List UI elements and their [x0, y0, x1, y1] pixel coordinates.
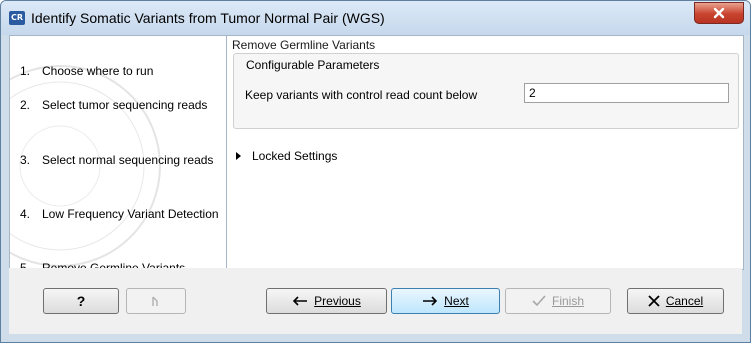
main-panel: Remove Germline Variants Keep variants w…	[227, 36, 743, 269]
help-button[interactable]: ?	[43, 288, 119, 314]
checkmark-icon	[532, 295, 546, 307]
step-label: Low Frequency Variant Detection	[42, 207, 219, 221]
param-label: Keep variants with control read count be…	[245, 88, 478, 102]
previous-button[interactable]: Previous	[266, 288, 387, 314]
next-label: Next	[444, 294, 469, 308]
close-icon	[713, 7, 725, 19]
section-title: Remove Germline Variants	[232, 38, 376, 52]
window-title: Identify Somatic Variants from Tumor Nor…	[31, 10, 385, 26]
finish-button[interactable]: Finish	[505, 288, 611, 314]
control-read-count-input[interactable]: 2	[524, 83, 729, 103]
app-icon: CR	[9, 11, 25, 25]
cancel-button[interactable]: Cancel	[627, 288, 724, 314]
step-label: Select normal sequencing reads	[42, 153, 214, 167]
close-button[interactable]	[694, 2, 744, 24]
step-label: Choose where to run	[42, 64, 154, 78]
next-button[interactable]: Next	[391, 288, 500, 314]
locked-settings-toggle[interactable]: Locked Settings	[236, 149, 338, 163]
reset-icon	[152, 296, 158, 306]
dialog-body: 1. Choose where to run 2. Select tumor s…	[9, 35, 744, 270]
cancel-label: Cancel	[665, 294, 704, 308]
arrow-left-icon	[293, 296, 308, 306]
finish-label: Finish	[551, 294, 584, 308]
step-label: Select tumor sequencing reads	[42, 98, 208, 112]
locked-settings-label: Locked Settings	[252, 149, 338, 163]
button-bar: ? Previous Next Finish Cancel	[9, 268, 742, 334]
wizard-steps-panel: 1. Choose where to run 2. Select tumor s…	[10, 36, 227, 269]
title-bar[interactable]: CR Identify Somatic Variants from Tumor …	[1, 1, 750, 35]
dialog-window: CR Identify Somatic Variants from Tumor …	[0, 0, 751, 343]
previous-label: Previous	[314, 294, 361, 308]
group-title: Configurable Parameters	[246, 58, 380, 72]
expand-arrow-icon	[236, 152, 241, 160]
cancel-x-icon	[648, 295, 660, 307]
reset-button[interactable]	[126, 288, 186, 314]
arrow-right-icon	[423, 296, 438, 306]
